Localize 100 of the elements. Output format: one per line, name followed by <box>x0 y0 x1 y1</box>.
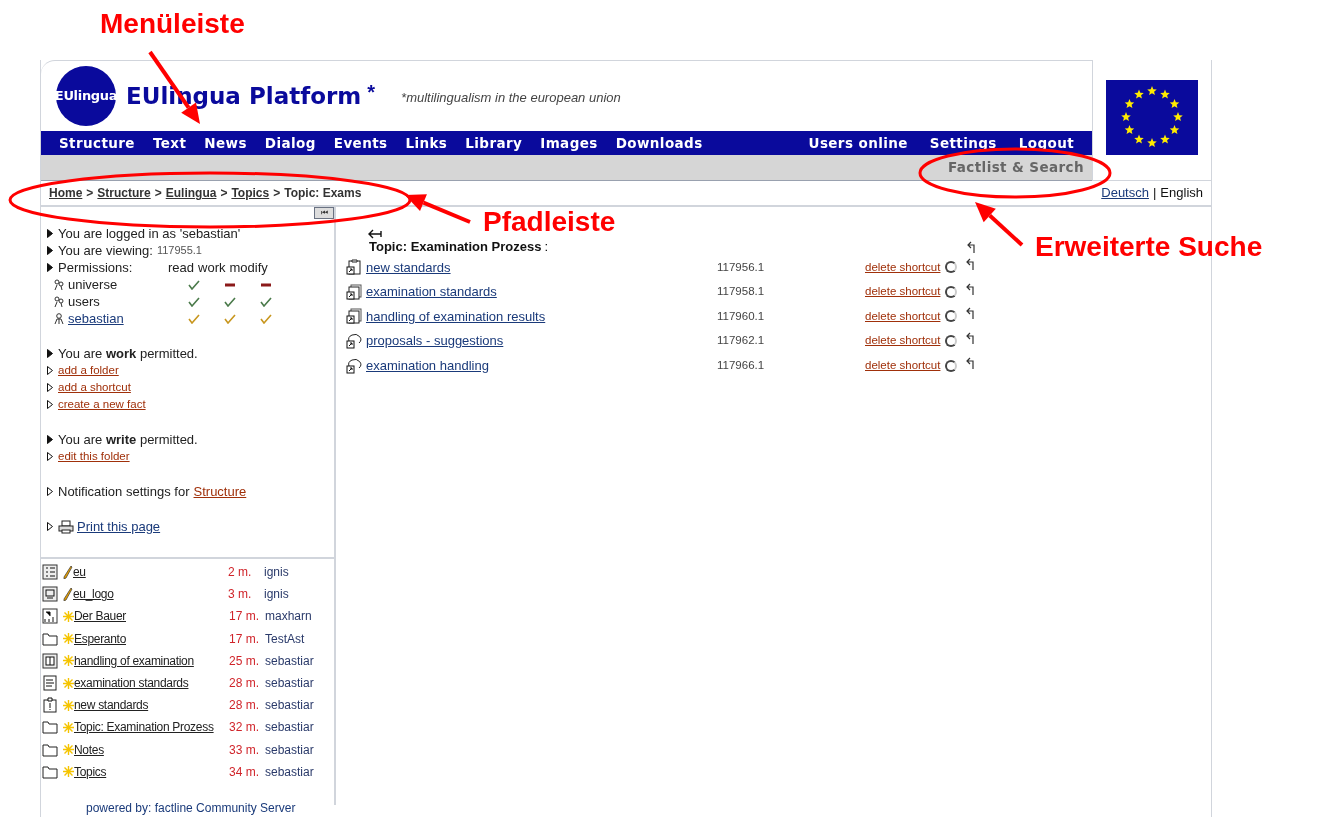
return-arrow-icon <box>966 258 976 271</box>
pages-shortcut-icon <box>346 308 362 325</box>
print-link[interactable]: Print this page <box>77 516 161 537</box>
bullet-icon <box>47 435 53 444</box>
item-link[interactable]: handling of examination results <box>366 306 717 327</box>
delete-shortcut-link[interactable]: delete shortcut <box>865 307 941 326</box>
recent-item-user: sebastiar <box>265 675 314 693</box>
viewing-label: You are viewing: <box>58 241 153 260</box>
item-id: 117960.1 <box>717 308 766 324</box>
annotation-arrow <box>975 202 1024 247</box>
menu-item[interactable]: Events <box>333 132 388 154</box>
bullet-icon <box>47 349 53 358</box>
clipboard-shortcut-icon <box>346 259 362 276</box>
item-id: 117956.1 <box>717 259 766 275</box>
recent-item-link[interactable]: Der Bauer <box>74 607 229 626</box>
action-link[interactable]: add a shortcut <box>58 378 131 397</box>
bullet-icon <box>47 452 53 461</box>
recent-item-link[interactable]: Topic: Examination Prozess <box>74 718 229 737</box>
menu-item[interactable]: Settings <box>929 132 997 154</box>
recent-item-link[interactable]: examination standards <box>74 674 229 693</box>
breadcrumb-link[interactable]: Home <box>49 184 83 202</box>
recent-item-user: maxharn <box>265 608 312 626</box>
menu-item[interactable]: Structure <box>59 132 135 154</box>
recent-item-age: 34 m. <box>229 763 260 781</box>
language-link[interactable]: English <box>1160 183 1203 203</box>
radio-button[interactable] <box>945 335 958 348</box>
collapse-button[interactable]: ⏮ <box>314 207 334 219</box>
menu-item[interactable]: Text <box>152 132 187 154</box>
bullet-icon <box>47 400 53 409</box>
recent-item-link[interactable]: Esperanto <box>74 629 229 648</box>
language-separator: | <box>1152 184 1157 203</box>
recent-item-user: sebastiar <box>265 697 314 715</box>
recent-item-user: sebastiar <box>265 763 314 781</box>
folder-icon <box>42 719 58 736</box>
item-link[interactable]: examination handling <box>366 355 717 376</box>
return-arrow-icon <box>966 332 976 345</box>
bullet-icon <box>47 263 53 272</box>
menu-item[interactable]: Logout <box>1018 132 1074 154</box>
list-icon <box>42 564 58 581</box>
bullet-icon <box>47 246 53 255</box>
menu-item[interactable]: Users online <box>808 132 908 154</box>
bubble-shortcut-icon <box>346 333 362 350</box>
recent-item-age: 17 m. <box>229 630 260 648</box>
delete-shortcut-link[interactable]: delete shortcut <box>865 357 941 375</box>
delete-shortcut-link[interactable]: delete shortcut <box>865 283 941 301</box>
menu-item[interactable]: Downloads <box>615 132 703 154</box>
notification-link[interactable]: Structure <box>193 481 247 502</box>
user-link[interactable]: sebastian <box>68 308 176 329</box>
recent-item-age: 28 m. <box>229 675 260 693</box>
recent-item-link[interactable]: eu <box>73 563 228 582</box>
menu-item[interactable]: Images <box>540 132 598 154</box>
breadcrumb-link[interactable]: Structure <box>97 184 151 202</box>
recent-item-age: 2 m. <box>228 564 253 582</box>
annotation-label: Pfadleiste <box>483 206 616 238</box>
breadcrumb-link[interactable]: Topics <box>231 184 270 202</box>
permission-status: You are work permitted. <box>58 344 198 363</box>
document-icon <box>42 675 58 692</box>
bullet-icon <box>47 487 53 496</box>
bullet-icon <box>47 229 53 238</box>
permission-column-label: read <box>168 258 195 277</box>
book-icon <box>42 652 58 669</box>
recent-item-link[interactable]: Topics <box>74 762 229 781</box>
delete-shortcut-link[interactable]: delete shortcut <box>865 332 941 350</box>
return-arrow-icon <box>967 241 976 253</box>
bullet-icon <box>47 522 53 531</box>
menu-item[interactable]: Dialog <box>264 132 316 154</box>
menu-item[interactable]: Library <box>465 132 523 154</box>
permission-column-label: work <box>198 258 226 277</box>
heading-suffix: : <box>544 238 549 257</box>
radio-button[interactable] <box>945 285 958 298</box>
logo[interactable]: EUlingua <box>56 66 116 126</box>
menu-item[interactable]: News <box>204 132 247 154</box>
item-link[interactable]: examination standards <box>366 282 717 302</box>
recent-item-user: ignis <box>264 586 289 604</box>
pages-shortcut-icon <box>346 283 362 300</box>
radio-button[interactable] <box>945 359 958 372</box>
recent-item-link[interactable]: handling of examination <box>74 651 229 670</box>
menu-item[interactable]: Links <box>405 132 448 154</box>
delete-shortcut-link[interactable]: delete shortcut <box>865 258 941 276</box>
recent-item-age: 32 m. <box>229 719 260 737</box>
recent-item-link[interactable]: new standards <box>74 696 229 715</box>
action-link[interactable]: create a new fact <box>58 395 146 414</box>
recent-item-age: 28 m. <box>229 697 260 715</box>
action-link[interactable]: add a folder <box>58 361 119 380</box>
folder-icon <box>42 630 58 647</box>
action-link[interactable]: edit this folder <box>58 447 130 466</box>
group-icon <box>54 295 64 308</box>
item-link[interactable]: proposals - suggestions <box>366 331 717 351</box>
recent-item-age: 3 m. <box>228 586 253 604</box>
item-link[interactable]: new standards <box>366 257 717 278</box>
factlist-search-link[interactable]: Factlist & Search <box>948 157 1084 178</box>
recent-item-link[interactable]: Notes <box>74 740 229 759</box>
radio-button[interactable] <box>945 310 958 323</box>
radio-button[interactable] <box>945 261 958 274</box>
recent-item-user: sebastiar <box>265 652 314 670</box>
breadcrumb-link[interactable]: Eulingua <box>165 184 217 202</box>
recent-item-link[interactable]: eu_logo <box>73 585 228 604</box>
folder-icon <box>42 763 58 780</box>
language-link[interactable]: Deutsch <box>1101 183 1149 203</box>
recent-item-user: ignis <box>264 564 289 582</box>
